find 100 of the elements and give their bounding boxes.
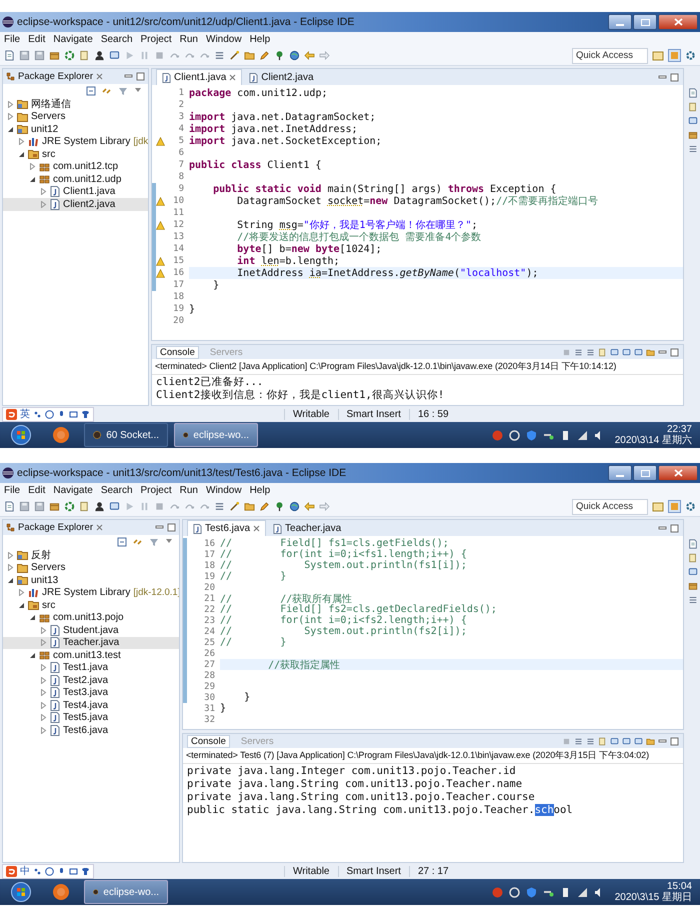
- menu-item[interactable]: Search: [100, 34, 133, 44]
- filter-icon[interactable]: [149, 537, 159, 547]
- back-arrow-icon[interactable]: [304, 501, 315, 512]
- tree-item-label[interactable]: Test2.java: [63, 674, 108, 686]
- pin-icon[interactable]: [274, 501, 285, 512]
- list-icon[interactable]: [214, 501, 225, 512]
- filter-icon[interactable]: [118, 86, 128, 96]
- note-icon[interactable]: [688, 553, 698, 563]
- package-icon[interactable]: [49, 50, 60, 61]
- menu-item[interactable]: Project: [140, 484, 172, 496]
- tree-item-label[interactable]: com.unit12.udp: [53, 174, 122, 185]
- menu-item[interactable]: Edit: [28, 484, 46, 496]
- close-button[interactable]: [658, 465, 698, 481]
- collapsed-triangle-icon[interactable]: [7, 564, 14, 572]
- warning-icon[interactable]: [156, 256, 165, 266]
- expanded-triangle-icon[interactable]: [7, 576, 14, 584]
- minimize-icon[interactable]: [658, 524, 667, 532]
- editor-tab[interactable]: Test6.java: [187, 520, 266, 536]
- microphone-icon[interactable]: [57, 410, 66, 418]
- list-icon[interactable]: [688, 144, 698, 154]
- monitor-icon[interactable]: [688, 567, 698, 577]
- person-icon[interactable]: [94, 50, 105, 61]
- document-icon[interactable]: [688, 88, 698, 98]
- pencil-icon[interactable]: [259, 501, 270, 512]
- taskbar-button[interactable]: eclipse-wo...: [174, 423, 258, 447]
- tree-item-label[interactable]: JRE System Library: [42, 136, 130, 148]
- collapse-all-icon[interactable]: [86, 86, 96, 96]
- tree-item-label[interactable]: src: [42, 600, 56, 611]
- tree-item-label[interactable]: Client1.java: [63, 186, 116, 198]
- clock-time[interactable]: 15:04: [666, 881, 692, 892]
- collapsed-triangle-icon[interactable]: [18, 138, 25, 146]
- menu-item[interactable]: Project: [140, 34, 172, 44]
- list-icon[interactable]: [586, 348, 595, 356]
- person-icon[interactable]: [94, 501, 105, 512]
- note-icon[interactable]: [598, 348, 607, 356]
- warning-icon[interactable]: [156, 268, 165, 278]
- package-icon[interactable]: [49, 501, 60, 512]
- shield-icon[interactable]: [526, 430, 537, 440]
- menu-item[interactable]: Search: [100, 484, 133, 496]
- menu-item[interactable]: Window: [206, 34, 242, 44]
- taskbar-button[interactable]: 60 Socket...: [84, 423, 168, 447]
- menu-item[interactable]: Run: [180, 34, 198, 44]
- expanded-triangle-icon[interactable]: [29, 652, 36, 659]
- collapsed-triangle-icon[interactable]: [40, 200, 47, 208]
- maximize-icon[interactable]: [670, 736, 679, 746]
- forward-arrow-icon[interactable]: [319, 50, 330, 61]
- input-mode-label[interactable]: 英: [20, 407, 30, 421]
- taskbar-button-label[interactable]: eclipse-wo...: [193, 430, 249, 440]
- document-icon[interactable]: [4, 50, 15, 61]
- tree-item-label[interactable]: Client2.java: [63, 198, 116, 210]
- tree-item-label[interactable]: JRE System Library: [42, 587, 130, 598]
- signal-icon[interactable]: [576, 886, 588, 898]
- document-icon[interactable]: [4, 501, 15, 512]
- shirt-icon[interactable]: [81, 866, 90, 876]
- microphone-icon[interactable]: [57, 866, 66, 876]
- menu-item[interactable]: Edit: [28, 34, 46, 44]
- collapsed-triangle-icon[interactable]: [40, 689, 47, 696]
- browser-icon[interactable]: [52, 426, 70, 444]
- forward-arrow-icon[interactable]: [319, 501, 330, 512]
- perspective-icon[interactable]: [652, 50, 664, 62]
- pin-icon[interactable]: [274, 50, 285, 61]
- start-button[interactable]: [11, 425, 31, 445]
- collapsed-triangle-icon[interactable]: [40, 626, 47, 634]
- collapsed-triangle-icon[interactable]: [18, 589, 25, 596]
- perspective-icon[interactable]: [652, 500, 664, 512]
- tree-item[interactable]: Client2.java: [3, 198, 148, 210]
- dropdown-caret-icon[interactable]: [134, 86, 142, 94]
- tree-item-label[interactable]: src: [42, 148, 56, 160]
- circle-icon[interactable]: [492, 430, 503, 440]
- editor-tab-label[interactable]: Client1.java: [174, 72, 226, 83]
- quick-access-field[interactable]: Quick Access: [572, 48, 648, 64]
- gear-icon[interactable]: [64, 501, 75, 512]
- monitor-icon[interactable]: [688, 116, 698, 126]
- warning-icon[interactable]: [156, 136, 165, 146]
- maximize-button[interactable]: [633, 465, 657, 481]
- menu-item[interactable]: Navigate: [53, 484, 93, 496]
- list-icon[interactable]: [688, 595, 698, 605]
- expanded-triangle-icon[interactable]: [7, 126, 14, 133]
- menu-item[interactable]: Help: [250, 34, 270, 44]
- editor-tab-label[interactable]: Teacher.java: [285, 523, 342, 534]
- maximize-icon[interactable]: [670, 72, 679, 82]
- folder-icon[interactable]: [646, 736, 655, 746]
- menu-item[interactable]: File: [4, 484, 20, 496]
- start-button[interactable]: [11, 882, 31, 902]
- document-icon[interactable]: [688, 539, 698, 549]
- tree-item-label[interactable]: 网络通信: [31, 97, 71, 112]
- note-icon[interactable]: [688, 102, 698, 112]
- tree-item-label[interactable]: Test3.java: [63, 687, 108, 698]
- gear-icon[interactable]: [64, 50, 75, 61]
- list-icon[interactable]: [586, 736, 595, 746]
- minimize-button[interactable]: [608, 465, 632, 481]
- java-perspective-icon[interactable]: [668, 500, 681, 513]
- warning-icon[interactable]: [156, 196, 165, 206]
- note-icon[interactable]: [598, 736, 607, 746]
- tree-item-label[interactable]: unit12: [31, 124, 58, 135]
- collapsed-triangle-icon[interactable]: [40, 639, 47, 646]
- collapse-all-icon[interactable]: [117, 537, 127, 547]
- signal-icon[interactable]: [576, 430, 588, 440]
- tree-item-label[interactable]: Test5.java: [63, 712, 108, 724]
- clock-date[interactable]: 2020\3\15 星期日: [614, 892, 692, 903]
